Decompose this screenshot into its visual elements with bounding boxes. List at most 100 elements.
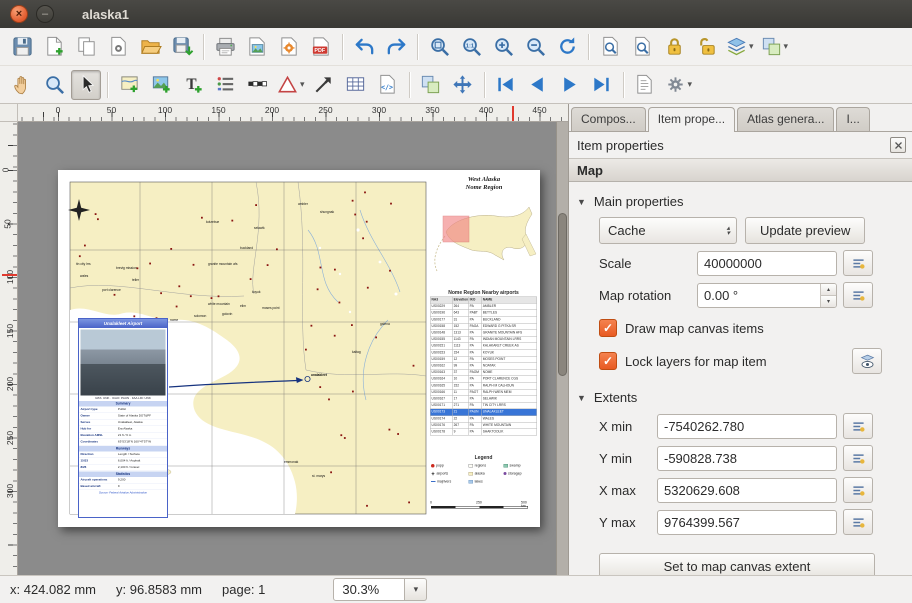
cache-combo[interactable]: Cache ▴▾ bbox=[599, 217, 737, 244]
airports-table: NA3ElevationIKONAMEUS00229264PAAMBLERUS0… bbox=[430, 297, 537, 436]
checkbox-checked[interactable]: ✓ bbox=[599, 352, 617, 370]
lock-items-button[interactable] bbox=[659, 32, 689, 62]
raise-items-button[interactable]: ▾ bbox=[723, 32, 756, 62]
layer-visibility-button[interactable] bbox=[852, 348, 882, 374]
load-template-button[interactable] bbox=[135, 32, 165, 62]
duplicate-composition-button[interactable] bbox=[71, 32, 101, 62]
airports-table-row: US0017731PABUCKLAND bbox=[430, 317, 537, 324]
scale-data-defined-button[interactable] bbox=[843, 250, 873, 276]
extents-collapser[interactable]: ▼ Extents bbox=[577, 390, 912, 405]
rotation-data-defined-button[interactable] bbox=[843, 282, 873, 308]
atlas-last-feature-button[interactable] bbox=[587, 70, 617, 100]
zoom-actual-size-button[interactable]: 1:1 bbox=[456, 32, 486, 62]
tab-items[interactable]: I... bbox=[836, 107, 869, 131]
export-svg-button[interactable] bbox=[274, 32, 304, 62]
zoom-full-button[interactable] bbox=[424, 32, 454, 62]
unlock-items-button[interactable] bbox=[691, 32, 721, 62]
ymin-data-defined-button[interactable] bbox=[843, 445, 873, 471]
save-as-template-button[interactable] bbox=[167, 32, 197, 62]
zoom-region-button[interactable] bbox=[595, 32, 625, 62]
xmin-input[interactable] bbox=[657, 414, 837, 439]
xmax-input[interactable] bbox=[657, 478, 837, 503]
composition-page[interactable]: West Alaska Nome Region Nome Region Near… bbox=[58, 170, 540, 527]
spin-down-icon[interactable]: ▾ bbox=[821, 296, 836, 307]
toolbar-separator bbox=[342, 34, 343, 60]
legend-swatch-icon bbox=[431, 481, 436, 482]
rotation-spinbox[interactable]: 0.00 ° ▴▾ bbox=[697, 283, 837, 308]
zoom-tool-button[interactable] bbox=[39, 70, 69, 100]
lock-layers-checkbox[interactable]: ✓ Lock layers for map item bbox=[599, 348, 882, 374]
composition-manager-button[interactable] bbox=[103, 32, 133, 62]
zoom-last-button[interactable] bbox=[627, 32, 657, 62]
tab-item-properties[interactable]: Item prope... bbox=[648, 107, 735, 132]
move-item-content-button[interactable] bbox=[448, 70, 478, 100]
zoom-level-combo[interactable]: 30.3% ▾ bbox=[333, 578, 427, 601]
airports-table-frame[interactable]: Nome Region Nearby airports NA3Elevation… bbox=[430, 290, 537, 451]
ymin-input[interactable] bbox=[657, 446, 837, 471]
atlas-first-feature-button[interactable] bbox=[491, 70, 521, 100]
undo-button[interactable] bbox=[349, 32, 379, 62]
ymax-data-defined-button[interactable] bbox=[843, 509, 873, 535]
print-button[interactable] bbox=[210, 32, 240, 62]
xmax-data-defined-button[interactable] bbox=[843, 477, 873, 503]
data-defined-icon bbox=[850, 418, 867, 435]
add-legend-button[interactable] bbox=[210, 70, 240, 100]
airports-table-title: Nome Region Nearby airports bbox=[430, 290, 537, 296]
composer-workspace: 050100150200250300350400450 050100150200… bbox=[0, 104, 568, 575]
atlas-next-feature-button[interactable] bbox=[555, 70, 585, 100]
panel-close-button[interactable] bbox=[890, 137, 906, 153]
add-shape-button[interactable]: ▾ bbox=[274, 70, 307, 100]
set-map-canvas-extent-button[interactable]: Set to map canvas extent bbox=[599, 553, 875, 575]
zoom-in-button[interactable] bbox=[488, 32, 518, 62]
spin-up-icon[interactable]: ▴ bbox=[821, 284, 836, 296]
main-properties-collapser[interactable]: ▼ Main properties bbox=[577, 194, 912, 209]
close-button[interactable]: × bbox=[10, 5, 28, 23]
legend-item-popp: popp bbox=[431, 462, 466, 469]
add-arrow-button[interactable] bbox=[309, 70, 339, 100]
ymax-input[interactable] bbox=[657, 510, 837, 535]
select-move-item-button[interactable] bbox=[71, 70, 101, 100]
export-image-button[interactable] bbox=[242, 32, 272, 62]
map-city-label: buckland bbox=[240, 246, 253, 250]
tab-composition[interactable]: Compos... bbox=[571, 107, 646, 131]
zoom-out-button[interactable] bbox=[520, 32, 550, 62]
canvas-vertical-scrollbar[interactable] bbox=[556, 122, 568, 575]
tab-atlas-generation[interactable]: Atlas genera... bbox=[737, 107, 834, 131]
scrollbar-thumb[interactable] bbox=[558, 213, 567, 376]
align-items-button[interactable]: ▾ bbox=[758, 32, 791, 62]
atlas-previous-feature-button[interactable] bbox=[523, 70, 553, 100]
add-attribute-table-button[interactable] bbox=[341, 70, 371, 100]
pan-tool-button[interactable] bbox=[7, 70, 37, 100]
scale-input[interactable] bbox=[697, 251, 837, 276]
inset-infobox-item[interactable]: Unalakleet Airport IATA: UNK · ICAO: PAU… bbox=[78, 318, 168, 518]
update-preview-button[interactable]: Update preview bbox=[745, 217, 865, 244]
scalebar-item[interactable]: 0 250 500 km bbox=[431, 501, 531, 509]
add-map-button[interactable] bbox=[114, 70, 144, 100]
add-label-button[interactable]: T bbox=[178, 70, 208, 100]
composer-canvas[interactable]: West Alaska Nome Region Nome Region Near… bbox=[18, 122, 568, 575]
zoom-dropdown-icon[interactable]: ▾ bbox=[405, 578, 427, 601]
export-pdf-button[interactable]: PDF bbox=[306, 32, 336, 62]
map-title[interactable]: West Alaska Nome Region bbox=[431, 175, 537, 191]
xmin-data-defined-button[interactable] bbox=[843, 413, 873, 439]
draw-map-canvas-items-checkbox[interactable]: ✓ Draw map canvas items bbox=[599, 319, 882, 337]
overview-map-item[interactable] bbox=[435, 207, 536, 271]
xmin-label: X min bbox=[599, 419, 657, 434]
add-html-frame-button[interactable]: </> bbox=[373, 70, 403, 100]
new-composition-button[interactable] bbox=[39, 32, 69, 62]
map-city-label: teller bbox=[132, 278, 139, 282]
legend-item[interactable]: Legend poppairportsmajriversregionsalask… bbox=[429, 455, 538, 499]
scalebar-end-label: 500 km bbox=[521, 501, 531, 508]
add-image-button[interactable] bbox=[146, 70, 176, 100]
atlas-settings-button[interactable]: ▾ bbox=[662, 70, 695, 100]
atlas-preview-button[interactable] bbox=[630, 70, 660, 100]
extent-highlight-rect bbox=[443, 216, 469, 242]
redo-button[interactable] bbox=[381, 32, 411, 62]
refresh-view-button[interactable] bbox=[552, 32, 582, 62]
group-items-button[interactable] bbox=[416, 70, 446, 100]
checkbox-checked[interactable]: ✓ bbox=[599, 319, 617, 337]
combo-arrows-icon: ▴▾ bbox=[726, 226, 732, 236]
minimize-button[interactable]: – bbox=[36, 5, 54, 23]
add-scalebar-button[interactable] bbox=[242, 70, 272, 100]
save-project-button[interactable] bbox=[7, 32, 37, 62]
